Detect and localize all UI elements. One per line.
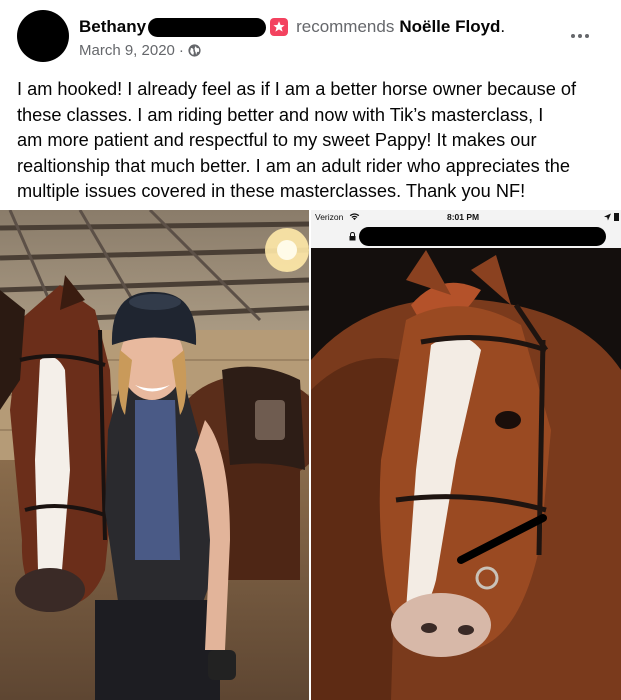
globe-icon[interactable] — [188, 43, 201, 57]
photo-grid: Verizon 8:01 PM — [0, 210, 621, 700]
more-options-icon[interactable] — [566, 26, 594, 46]
phone-status-bar: Verizon 8:01 PM — [311, 210, 621, 224]
post-body-line: realtionship that much better. I am an a… — [17, 155, 571, 176]
post-body-line: multiple issues covered in these masterc… — [17, 181, 526, 202]
author-name[interactable]: Bethany — [79, 17, 146, 37]
redacted-url — [359, 227, 606, 246]
post-body-line: I am hooked! I already feel as if I am a… — [17, 79, 577, 99]
avatar[interactable] — [17, 10, 69, 62]
page-name-suffix: . — [500, 17, 506, 36]
photo-horse-portrait-screenshot[interactable]: Verizon 8:01 PM — [311, 210, 621, 700]
rider-horse-illustration — [0, 210, 309, 700]
post-date[interactable]: March 9, 2020 — [79, 42, 175, 59]
post-body-line: these classes. I am riding better and no… — [17, 104, 544, 125]
battery-icon — [614, 213, 619, 221]
browser-url-bar — [311, 224, 621, 248]
meta-separator: · — [178, 41, 184, 59]
recommends-label: recommends — [296, 17, 395, 36]
carrier-label: Verizon — [315, 212, 344, 222]
lock-icon — [349, 232, 356, 241]
post-title-line: Bethany recommends Noëlle Floyd. — [79, 15, 505, 39]
phone-clock: 8:01 PM — [447, 212, 480, 222]
photo-rider-with-horse[interactable] — [0, 210, 309, 700]
post-body: I am hooked! I already feel as if I am a… — [17, 77, 613, 205]
horse-portrait-illustration — [311, 248, 621, 700]
recommended-page-link[interactable]: Noëlle Floyd — [399, 17, 500, 37]
location-arrow-icon — [604, 213, 611, 221]
post-header: Bethany recommends Noëlle Floyd. March 9… — [0, 0, 621, 66]
redacted-surname — [148, 17, 267, 37]
post-meta: March 9, 2020 · — [79, 40, 201, 60]
post-body-line: am more patient and respectful to my swe… — [17, 130, 537, 151]
recommend-star-icon — [270, 18, 289, 36]
wifi-icon — [349, 213, 360, 221]
